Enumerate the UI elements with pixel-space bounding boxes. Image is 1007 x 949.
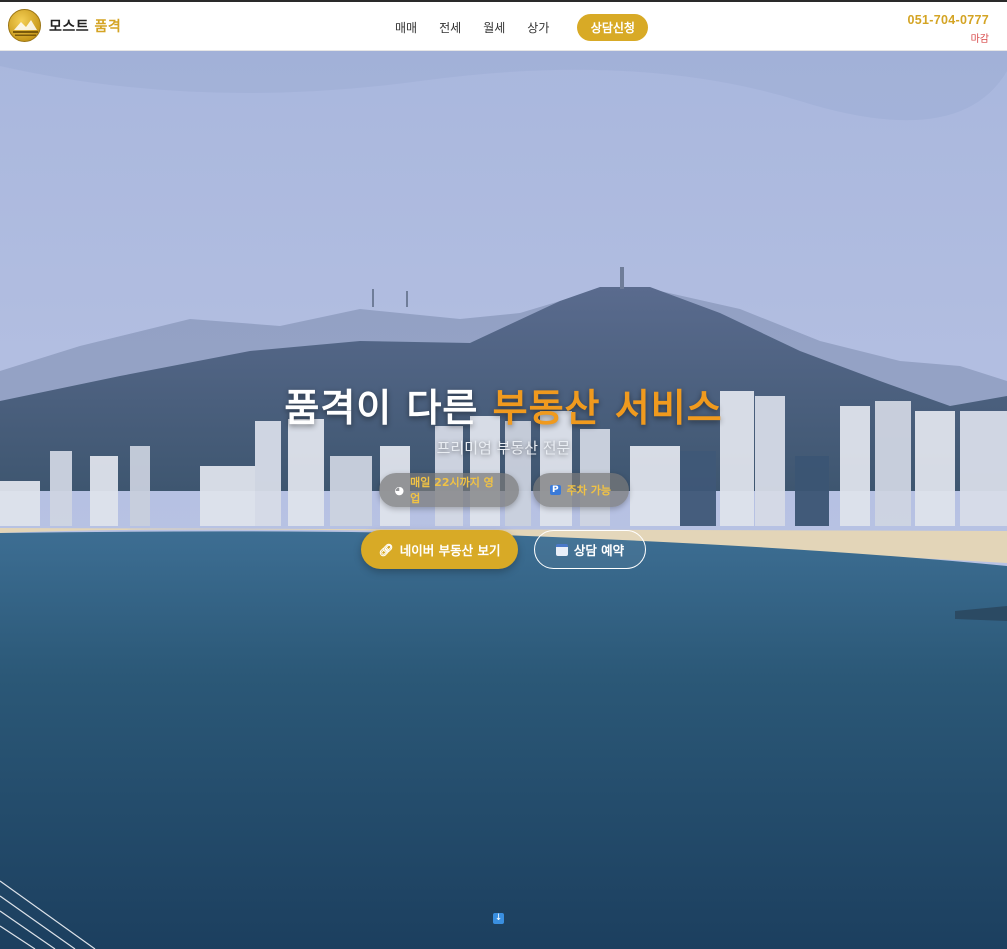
contact-info: 051-704-0777 마감 — [908, 13, 989, 45]
nav-item-jeonse[interactable]: 전세 — [431, 13, 469, 42]
hero-subtitle: 프리미엄 부동산 전문 — [436, 439, 571, 457]
brand-name-main: 모스트 — [49, 18, 90, 35]
parking-badge: P 주차 가능 — [532, 473, 629, 507]
brand-name: 모스트 품격 — [49, 16, 121, 36]
parking-icon: P — [550, 485, 561, 495]
main-nav: 매매 전세 월세 상가 상담신청 — [387, 13, 649, 42]
hero-title-accent: 부동산 서비스 — [492, 386, 723, 430]
nav-item-commercial[interactable]: 상가 — [519, 13, 557, 42]
logo[interactable]: 모스트 품격 — [8, 9, 121, 42]
hero-title: 품격이 다른 부동산 서비스 — [0, 377, 1007, 432]
business-hours-label: 매일 22시까지 영업 — [410, 476, 494, 505]
logo-icon — [8, 9, 41, 42]
clock-icon: ◕ — [394, 483, 405, 497]
calendar-icon — [555, 543, 568, 556]
link-icon: 🔗︎ — [378, 542, 394, 557]
hero-section: 품격이 다른 부동산 서비스 프리미엄 부동산 전문 ◕ 매일 22시까지 영업… — [0, 51, 1007, 949]
nav-item-monthly-rent[interactable]: 월세 — [475, 13, 513, 42]
brand-name-accent: 품격 — [94, 18, 122, 35]
consultation-request-button[interactable]: 상담신청 — [577, 14, 649, 41]
nav-item-sale[interactable]: 매매 — [387, 13, 425, 42]
consultation-booking-button[interactable]: 상담 예약 — [534, 530, 646, 569]
phone-number[interactable]: 051-704-0777 — [908, 13, 989, 27]
feature-badges: ◕ 매일 22시까지 영업 P 주차 가능 — [0, 473, 1007, 507]
consultation-booking-label: 상담 예약 — [573, 543, 625, 558]
site-header: 모스트 품격 매매 전세 월세 상가 상담신청 051-704-0777 마감 — [0, 0, 1007, 51]
naver-realestate-label: 네이버 부동산 보기 — [399, 543, 501, 558]
naver-realestate-button[interactable]: 🔗︎ 네이버 부동산 보기 — [361, 530, 518, 569]
scroll-down-icon[interactable]: ↓ — [493, 913, 504, 924]
business-status: 마감 — [970, 34, 989, 45]
hero-title-main: 품격이 다른 — [284, 386, 479, 430]
parking-label: 주차 가능 — [566, 484, 611, 497]
business-hours-badge: ◕ 매일 22시까지 영업 — [378, 473, 519, 507]
hero-actions: 🔗︎ 네이버 부동산 보기 상담 예약 — [0, 530, 1007, 569]
